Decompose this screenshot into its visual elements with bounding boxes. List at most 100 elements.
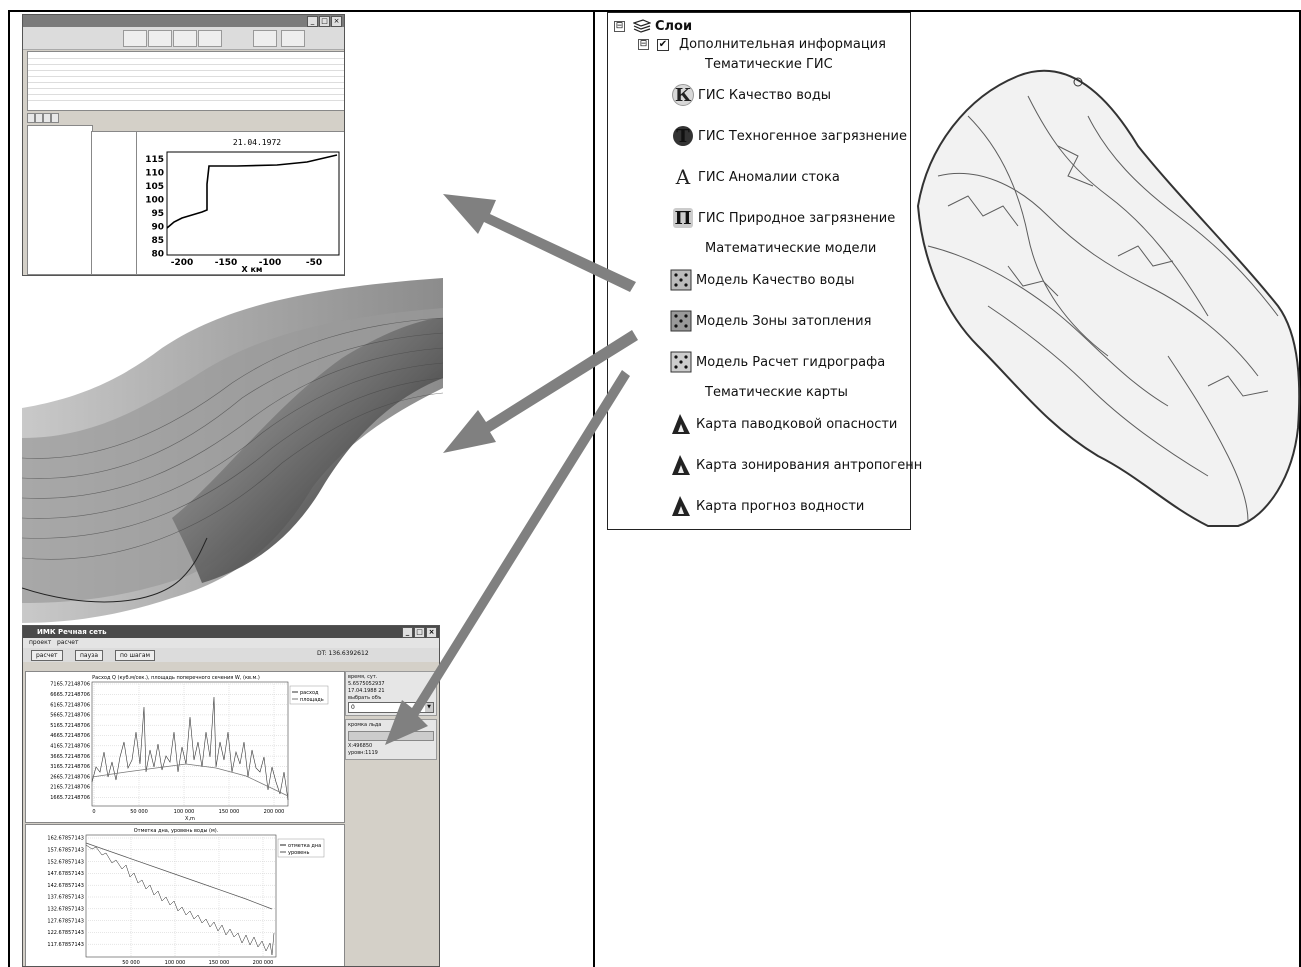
chart-window-toolbar (23, 27, 344, 50)
layer-map-anthropogenic-zoning[interactable]: Карта зонирования антропогенн (670, 454, 922, 476)
toolbar-button-3[interactable] (173, 30, 197, 47)
menu-calc[interactable]: расчет (57, 639, 79, 646)
letter-k-icon: К (672, 84, 694, 106)
layer-gis-runoff-anomalies[interactable]: А ГИС Аномалии стока (672, 165, 840, 189)
y-tick-label: 95 (151, 209, 164, 219)
y-tick-label: 137.67857143 (47, 895, 84, 901)
root-expander[interactable]: ⊟ (614, 20, 625, 32)
toolbar-button-4[interactable] (198, 30, 222, 47)
section-label: кромка льда (348, 722, 382, 728)
section-thematic-gis: Тематические ГИС (705, 57, 833, 72)
object-list[interactable] (27, 125, 93, 275)
river-close-button[interactable]: × (426, 627, 437, 638)
calc-button[interactable]: расчет (31, 650, 63, 661)
layer-map-flood-danger[interactable]: Карта паводковой опасности (670, 413, 897, 435)
section-thematic-maps: Тематические карты (705, 385, 848, 400)
x-tick-label: -150 (215, 258, 238, 268)
maximize-button[interactable]: □ (319, 16, 330, 27)
y-tick-label: 3165.72148706 (50, 764, 90, 770)
layer-model-water-quality[interactable]: Модель Качество воды (670, 269, 854, 291)
toolbar-button-5[interactable] (253, 30, 277, 47)
layer-label: Модель Зоны затопления (696, 313, 872, 329)
y-tick-label: 117.67857143 (47, 942, 84, 948)
y-tick-label: 6165.72148706 (50, 702, 90, 708)
chevron-down-icon[interactable]: ▼ (425, 703, 433, 712)
layer-gis-technogenic[interactable]: Т ГИС Техногенное загрязнение (672, 125, 907, 147)
coord-x: X:496850 (348, 743, 373, 749)
data-grid[interactable] (27, 51, 344, 111)
object-select[interactable]: 0 ▼ (348, 702, 434, 713)
chart-window-tabs (27, 113, 343, 123)
toolbar-button-6[interactable] (281, 30, 305, 47)
minimize-button[interactable]: _ (307, 16, 318, 27)
x-tick-label: 50 000 (122, 960, 140, 966)
chart-window-titlebar: _ □ × (23, 15, 344, 27)
chart-title: 21.04.1972 (233, 138, 281, 147)
discharge-plot-title: Расход Q (куб.м/сек.), площадь поперечно… (92, 675, 260, 681)
layer-label: Карта зонирования антропогенн (696, 457, 923, 473)
letter-p-icon: П (673, 207, 693, 229)
layer-label: Карта паводковой опасности (696, 416, 898, 432)
toolbar-button-2[interactable] (148, 30, 172, 47)
layer-label: ГИС Природное загрязнение (698, 210, 896, 226)
x-tick-label: 50 000 (130, 809, 148, 815)
tab-2[interactable] (35, 113, 43, 123)
letter-t-icon: Т (673, 126, 693, 147)
group-checkbox[interactable]: ✔ (657, 38, 669, 51)
close-button[interactable]: × (331, 16, 342, 27)
step-button[interactable]: по шагам (115, 650, 156, 661)
y-tick-label: 4165.72148706 (50, 743, 90, 749)
x-tick-label: 200 000 (253, 960, 274, 966)
y-tick-label: 1665.72148706 (50, 795, 90, 801)
tab-4[interactable] (51, 113, 59, 123)
layer-label: Модель Качество воды (696, 272, 855, 288)
river-maximize-button[interactable]: □ (414, 627, 425, 638)
layer-model-flood-zones[interactable]: Модель Зоны затопления (670, 310, 871, 332)
ice-edge-button[interactable] (348, 731, 434, 741)
pause-button[interactable]: пауза (75, 650, 104, 661)
profile-chart-svg: 21.04.1972 115 110 105 100 95 90 85 80 -200 -150… (145, 138, 340, 274)
level-plot: Отметка дна, уровень воды (м). 162.67857… (25, 824, 345, 966)
y-tick-label: 85 (151, 236, 164, 246)
legend-discharge: расход (300, 690, 319, 696)
zoning-map-icon (670, 454, 692, 476)
level-legend: отметка дна уровень (277, 838, 325, 858)
x-tick-label: 100 000 (174, 809, 195, 815)
tab-1[interactable] (27, 113, 35, 123)
level-plot-svg: Отметка дна, уровень воды (м). 162.67857… (47, 828, 325, 966)
layers-tree-panel: ⊟ Слои ⊟ ✔ Дополнительная информация Тем… (607, 12, 922, 530)
river-minimize-button[interactable]: _ (402, 627, 413, 638)
layer-model-hydrograph[interactable]: Модель Расчет гидрографа (670, 351, 885, 373)
layer-map-water-forecast[interactable]: Карта прогноз водности (670, 495, 864, 517)
forecast-map-icon (670, 495, 692, 517)
layer-label: ГИС Качество воды (698, 87, 832, 103)
dice-icon (670, 310, 692, 332)
legend-bed: отметка дна (288, 843, 321, 849)
toolbar-button-1[interactable] (123, 30, 147, 47)
ice-box: кромка льда X:496850 уровн:1119 (345, 719, 437, 760)
time-label: время, сут. (348, 674, 378, 680)
river-toolbar: расчет пауза по шагам DT: 136.6392612 (23, 648, 439, 662)
group-additional-info[interactable]: ⊟ ✔ Дополнительная информация (638, 37, 886, 52)
discharge-legend: расход площадь (289, 685, 329, 705)
y-tick-label: 5165.72148706 (50, 723, 90, 729)
layers-root[interactable]: ⊟ Слои (614, 15, 692, 37)
layer-label: Модель Расчет гидрографа (696, 354, 886, 370)
y-tick-label: 142.67857143 (47, 883, 84, 889)
layer-gis-water-quality[interactable]: К ГИС Качество воды (672, 84, 831, 106)
river-side-panel: время, сут. 5.6575052937 17.04.1988 21 в… (345, 671, 437, 961)
layer-label: ГИС Техногенное загрязнение (698, 128, 907, 144)
layer-label: ГИС Аномалии стока (698, 169, 840, 185)
value-list[interactable] (91, 131, 137, 275)
layer-gis-natural-pollution[interactable]: П ГИС Природное загрязнение (672, 207, 895, 229)
y-tick-label: 132.67857143 (47, 906, 84, 912)
menu-project[interactable]: проект (29, 639, 51, 646)
group-expander[interactable]: ⊟ (638, 39, 649, 50)
x-axis-label: X км (242, 265, 263, 274)
river-basin-map (916, 69, 1301, 527)
group-label: Дополнительная информация (679, 37, 886, 52)
tab-3[interactable] (43, 113, 51, 123)
discharge-x-label: X,m (185, 816, 195, 822)
x-tick-label: 150 000 (209, 960, 230, 966)
select-label: выбрать объ (348, 695, 382, 701)
